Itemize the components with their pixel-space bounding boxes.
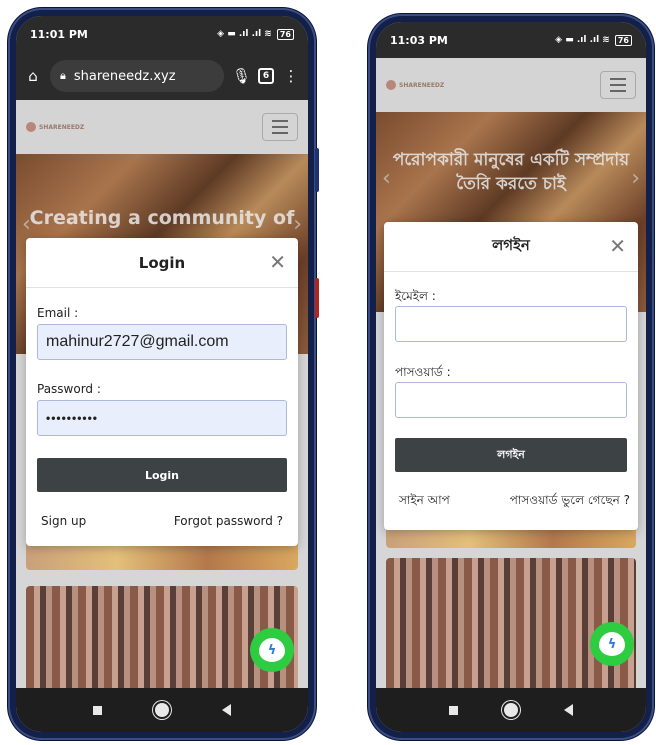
modal-header: লগইন ✕ — [384, 222, 638, 272]
back-icon[interactable] — [222, 704, 232, 716]
login-button[interactable]: Login — [37, 458, 287, 492]
site-logo[interactable]: SHARENEEDZ — [386, 80, 444, 90]
forgot-password-link[interactable]: Forgot password ? — [174, 514, 283, 528]
hero-text: পরোপকারী মানুষের একটি সম্প্রদায় তৈরি কর… — [392, 150, 630, 194]
hero-text: Creating a community of — [29, 207, 295, 229]
password-field[interactable] — [395, 382, 627, 418]
screen-left: 11:01 PM ◈ ▬ .ıl .ıl ≋ 76 ⌂ 🔒︎ shareneed… — [16, 16, 308, 732]
mic-icon[interactable]: 🎙︎ — [232, 67, 251, 85]
battery-icon: 76 — [276, 28, 294, 40]
recents-icon[interactable] — [92, 705, 102, 715]
login-button[interactable]: লগইন — [395, 438, 627, 472]
status-icons: ◈ ▬ .ıl .ıl ≋ 76 — [217, 28, 294, 40]
carousel-prev-icon[interactable]: ‹ — [22, 212, 31, 237]
phone-left: 11:01 PM ◈ ▬ .ıl .ıl ≋ 76 ⌂ 🔒︎ shareneed… — [8, 8, 319, 740]
hamburger-menu-button[interactable] — [262, 113, 298, 141]
login-modal: লগইন ✕ ইমেইল : পাসওয়ার্ড : লগইন সাইন আপ… — [384, 222, 638, 530]
lock-icon: 🔒︎ — [60, 69, 66, 82]
status-bar: 11:01 PM ◈ ▬ .ıl .ıl ≋ 76 — [16, 16, 308, 52]
home-icon[interactable]: ⌂ — [24, 67, 42, 85]
battery-icon: 76 — [614, 34, 632, 46]
email-label: Email : — [37, 306, 79, 320]
browser-toolbar: ⌂ 🔒︎ shareneedz.xyz 🎙︎ 6 ⋮ — [16, 52, 308, 100]
power-button — [315, 278, 319, 318]
messenger-button[interactable]: ϟ — [590, 622, 634, 666]
tab-count-button[interactable]: 6 — [258, 68, 274, 84]
status-time: 11:03 PM — [390, 33, 448, 47]
modal-title: Login — [138, 253, 186, 272]
email-field[interactable] — [395, 306, 627, 342]
email-field[interactable]: mahinur2727@gmail.com — [37, 324, 287, 360]
messenger-icon: ϟ — [259, 638, 285, 662]
back-icon[interactable] — [564, 704, 573, 716]
site-header: SHARENEEDZ — [16, 100, 308, 154]
signal-icons: ◈ ▬ .ıl .ıl ≋ — [217, 29, 272, 39]
signup-link[interactable]: Sign up — [41, 514, 86, 528]
password-label: পাসওয়ার্ড : — [395, 365, 451, 379]
phone-right: 11:03 PM ◈ ▬ .ıl .ıl ≋ 76 SHARENEEDZ পরো… — [368, 14, 654, 740]
hamburger-menu-button[interactable] — [600, 71, 636, 99]
more-vert-icon[interactable]: ⋮ — [282, 67, 300, 85]
messenger-icon: ϟ — [599, 632, 625, 656]
url-bar[interactable]: 🔒︎ shareneedz.xyz — [50, 60, 224, 92]
close-icon[interactable]: ✕ — [609, 236, 626, 256]
logo-mark-icon — [386, 80, 396, 90]
forgot-password-link[interactable]: পাসওয়ার্ড ভুলে গেছেন ? — [510, 492, 630, 512]
login-modal: Login ✕ Email : mahinur2727@gmail.com Pa… — [26, 238, 298, 546]
home-nav-icon[interactable] — [504, 703, 518, 717]
password-label: Password : — [37, 382, 101, 396]
status-icons: ◈ ▬ .ıl .ıl ≋ 76 — [555, 34, 632, 46]
logo-mark-icon — [26, 122, 36, 132]
password-field[interactable]: •••••••••• — [37, 400, 287, 436]
signal-icons: ◈ ▬ .ıl .ıl ≋ — [555, 35, 610, 45]
android-nav-bar — [376, 688, 646, 732]
site-logo[interactable]: SHARENEEDZ — [26, 122, 84, 132]
signup-link[interactable]: সাইন আপ — [399, 492, 450, 512]
status-bar: 11:03 PM ◈ ▬ .ıl .ıl ≋ 76 — [376, 22, 646, 58]
modal-title: লগইন — [492, 236, 530, 254]
home-nav-icon[interactable] — [154, 703, 169, 717]
url-text: shareneedz.xyz — [73, 68, 176, 84]
status-time: 11:01 PM — [30, 27, 88, 41]
android-nav-bar — [16, 688, 308, 732]
volume-button — [315, 148, 319, 192]
close-icon[interactable]: ✕ — [269, 252, 286, 272]
recents-icon[interactable] — [449, 705, 458, 715]
screen-right: 11:03 PM ◈ ▬ .ıl .ıl ≋ 76 SHARENEEDZ পরো… — [376, 22, 646, 732]
carousel-next-icon[interactable]: › — [631, 166, 640, 191]
carousel-prev-icon[interactable]: ‹ — [382, 166, 391, 191]
modal-header: Login ✕ — [26, 238, 298, 288]
site-header: SHARENEEDZ — [376, 58, 646, 112]
messenger-button[interactable]: ϟ — [250, 628, 294, 672]
email-label: ইমেইল : — [395, 289, 436, 303]
clothes-card-image — [386, 558, 636, 688]
carousel-next-icon[interactable]: › — [293, 212, 302, 237]
